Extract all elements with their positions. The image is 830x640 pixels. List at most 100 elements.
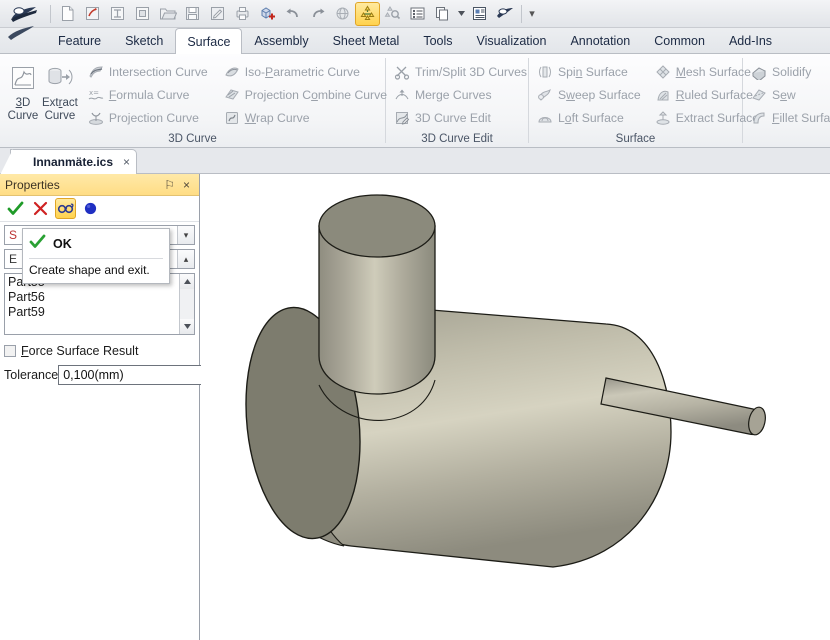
3d-curve-edit-button[interactable]: 3D Curve Edit bbox=[390, 106, 533, 129]
sweep-surface-button[interactable]: Sweep Surface bbox=[533, 83, 647, 106]
new-part-icon[interactable] bbox=[80, 2, 105, 26]
solidify-icon bbox=[750, 63, 768, 81]
3d-curve-edit-label: 3D Curve Edit bbox=[415, 110, 491, 125]
projection-combine-curve-icon bbox=[223, 86, 241, 104]
ruled-surface-label: Ruled Surface bbox=[675, 87, 753, 102]
tab-label: Add-Ins bbox=[728, 34, 773, 48]
ribbon-group-surface: Spin Surface Sweep Surface Loft Surface … bbox=[529, 54, 759, 147]
ribbon-logo-icon bbox=[0, 26, 46, 53]
cancel-button[interactable] bbox=[30, 198, 51, 219]
3d-curve-label: 3D Curve bbox=[7, 97, 39, 122]
toolbar-overflow-icon[interactable]: ▾ bbox=[526, 2, 538, 26]
pin-icon[interactable]: ⚐ bbox=[160, 178, 179, 192]
3d-curve-edit-icon bbox=[393, 109, 411, 127]
tab-common[interactable]: Common bbox=[642, 28, 717, 53]
merge-curves-button[interactable]: Merge Curves bbox=[390, 83, 533, 106]
force-surface-result-checkbox[interactable] bbox=[4, 344, 16, 357]
group-label-3d-curve-edit: 3D Curve Edit bbox=[421, 133, 493, 145]
print-icon[interactable] bbox=[230, 2, 255, 26]
ok-check-button[interactable] bbox=[5, 198, 26, 219]
save-as-icon[interactable] bbox=[205, 2, 230, 26]
sew-label: Sew bbox=[772, 87, 796, 102]
close-icon[interactable]: × bbox=[179, 178, 194, 192]
solidify-button[interactable]: Solidify bbox=[747, 60, 830, 83]
loft-surface-button[interactable]: Loft Surface bbox=[533, 106, 647, 129]
tab-tools[interactable]: Tools bbox=[411, 28, 464, 53]
sweep-surface-label: Sweep Surface bbox=[558, 87, 641, 102]
floppy-save-icon[interactable] bbox=[180, 2, 205, 26]
add-cube-icon[interactable] bbox=[255, 2, 280, 26]
list-item[interactable]: Part59 bbox=[8, 305, 179, 320]
projection-combine-curve-button[interactable]: Projection Combine Curve bbox=[220, 83, 393, 106]
formula-curve-button[interactable]: x= Formula Curve bbox=[84, 83, 214, 106]
copy-layers-dropdown-icon[interactable] bbox=[455, 2, 467, 26]
ok-tooltip: OK Create shape and exit. bbox=[22, 228, 170, 284]
ribbon-tab-bar: Feature Sketch Surface Assembly Sheet Me… bbox=[0, 26, 830, 54]
group-label-solid bbox=[743, 129, 829, 147]
tab-sketch[interactable]: Sketch bbox=[113, 28, 175, 53]
new-assembly-icon[interactable] bbox=[130, 2, 155, 26]
projection-combine-curve-label: Projection Combine Curve bbox=[244, 87, 387, 102]
solid-column: Solidify Sew Fillet Surfac bbox=[747, 58, 830, 129]
chevron-down-icon[interactable]: ▾ bbox=[177, 226, 194, 244]
cad-shape-icon[interactable] bbox=[492, 2, 517, 26]
tab-label: Common bbox=[654, 34, 705, 48]
color-sphere-button[interactable] bbox=[80, 198, 101, 219]
list-item[interactable]: Part56 bbox=[8, 290, 179, 305]
tab-sheet-metal[interactable]: Sheet Metal bbox=[321, 28, 412, 53]
ribbon-group-3d-curve-edit: Trim/Split 3D Curves Merge Curves 3D Cur… bbox=[386, 54, 528, 147]
document-tab-strip: Innanmäte.ics × bbox=[0, 148, 830, 175]
tab-label: Sketch bbox=[125, 34, 164, 48]
intersection-curve-button[interactable]: Intersection Curve bbox=[84, 60, 214, 83]
tab-surface[interactable]: Surface bbox=[175, 28, 243, 54]
tab-label: Feature bbox=[58, 34, 102, 48]
spin-surface-label: Spin Surface bbox=[558, 64, 628, 79]
tree-search-icon[interactable] bbox=[380, 2, 405, 26]
scroll-down-icon[interactable] bbox=[180, 319, 194, 334]
boss-top-face bbox=[318, 194, 436, 258]
projection-curve-button[interactable]: Projection Curve bbox=[84, 106, 214, 129]
tab-assembly[interactable]: Assembly bbox=[242, 28, 320, 53]
folder-open-icon[interactable] bbox=[155, 2, 180, 26]
list-view-icon[interactable] bbox=[405, 2, 430, 26]
tab-visualization[interactable]: Visualization bbox=[465, 28, 559, 53]
close-icon[interactable]: × bbox=[123, 155, 130, 169]
green-check-icon bbox=[29, 234, 46, 254]
undo-arrow-icon[interactable] bbox=[280, 2, 305, 26]
scroll-up-icon[interactable] bbox=[180, 274, 194, 289]
sweep-surface-icon bbox=[536, 86, 554, 104]
properties-icon[interactable] bbox=[467, 2, 492, 26]
force-surface-result-row[interactable]: Force Surface Result bbox=[4, 341, 195, 360]
preview-glasses-button[interactable] bbox=[55, 198, 76, 219]
extract-curve-button[interactable]: Extract Curve bbox=[42, 58, 78, 123]
sew-button[interactable]: Sew bbox=[747, 83, 830, 106]
new-file-icon[interactable] bbox=[55, 2, 80, 26]
3d-curve-button[interactable]: 3D Curve bbox=[6, 58, 40, 123]
toolbar-divider-2 bbox=[521, 4, 522, 23]
part-list-scrollbar[interactable] bbox=[179, 274, 194, 334]
chevron-up-icon[interactable]: ▴ bbox=[177, 250, 194, 268]
tree-structure-icon[interactable] bbox=[355, 1, 380, 26]
document-tab[interactable]: Innanmäte.ics × bbox=[0, 149, 138, 175]
wrap-curve-button[interactable]: Wrap Curve bbox=[220, 106, 393, 129]
wrap-curve-icon bbox=[223, 109, 241, 127]
tab-add-ins[interactable]: Add-Ins bbox=[717, 28, 784, 53]
wrap-curve-label: Wrap Curve bbox=[244, 110, 310, 125]
copy-layers-icon[interactable] bbox=[430, 2, 455, 26]
tab-annotation[interactable]: Annotation bbox=[558, 28, 642, 53]
iso-parametric-curve-button[interactable]: Iso-Parametric Curve bbox=[220, 60, 393, 83]
new-drawing-icon[interactable] bbox=[105, 2, 130, 26]
tab-feature[interactable]: Feature bbox=[46, 28, 113, 53]
3d-viewport[interactable] bbox=[201, 174, 830, 640]
globe-icon[interactable] bbox=[330, 2, 355, 26]
redo-arrow-icon[interactable] bbox=[305, 2, 330, 26]
mesh-surface-icon bbox=[654, 63, 672, 81]
fillet-surface-label: Fillet Surfac bbox=[772, 110, 830, 125]
mesh-surface-label: Mesh Surface bbox=[675, 64, 751, 79]
loft-surface-label: Loft Surface bbox=[558, 110, 624, 125]
spin-surface-button[interactable]: Spin Surface bbox=[533, 60, 647, 83]
trim-split-3d-curves-button[interactable]: Trim/Split 3D Curves bbox=[390, 60, 533, 83]
fillet-surface-button[interactable]: Fillet Surfac bbox=[747, 106, 830, 129]
tooltip-body: Create shape and exit. bbox=[29, 263, 150, 277]
tab-label: Annotation bbox=[570, 34, 631, 48]
